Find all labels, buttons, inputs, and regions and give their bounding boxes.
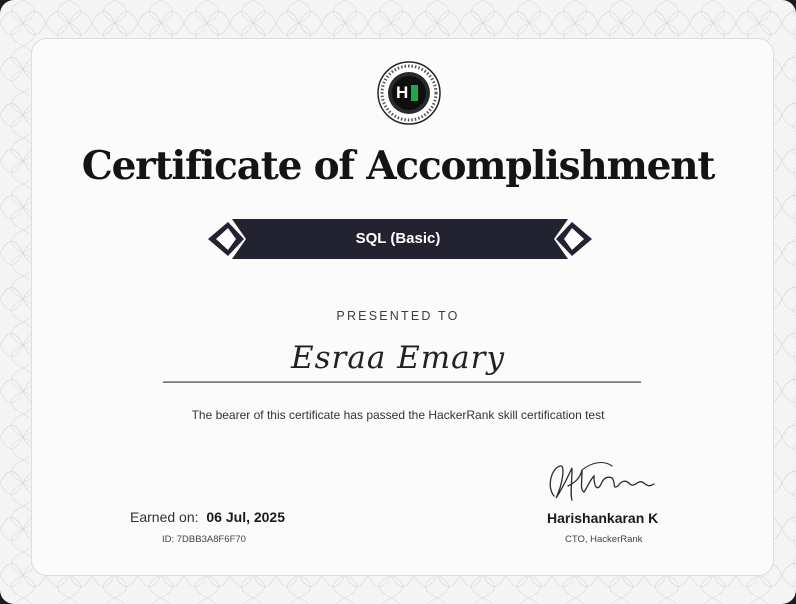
signature-image	[549, 461, 655, 501]
certificate-description: The bearer of this certificate has passe…	[191, 408, 605, 422]
skill-name: SQL (Basic)	[355, 230, 441, 247]
signer-title: CTO, HackerRank	[565, 534, 643, 545]
signer-name: Harishankaran K	[547, 510, 659, 526]
earned-date: 06 Jul, 2025	[206, 509, 286, 525]
name-underline	[163, 381, 641, 383]
recipient-name: Esraa Emary	[290, 340, 505, 376]
logo-letter: H	[396, 83, 409, 102]
presented-to-label: PRESENTED TO	[336, 309, 460, 323]
earned-label: Earned on:	[130, 509, 199, 525]
certificate: H Certificate of Accomplishment SQL (Bas…	[0, 0, 796, 604]
earned-on: Earned on: 06 Jul, 2025	[130, 509, 285, 525]
certificate-id: ID: 7DBB3A8F6F70	[162, 534, 246, 545]
hackerrank-logo-icon	[377, 61, 441, 125]
certificate-title: Certificate of Accomplishment	[81, 143, 716, 189]
